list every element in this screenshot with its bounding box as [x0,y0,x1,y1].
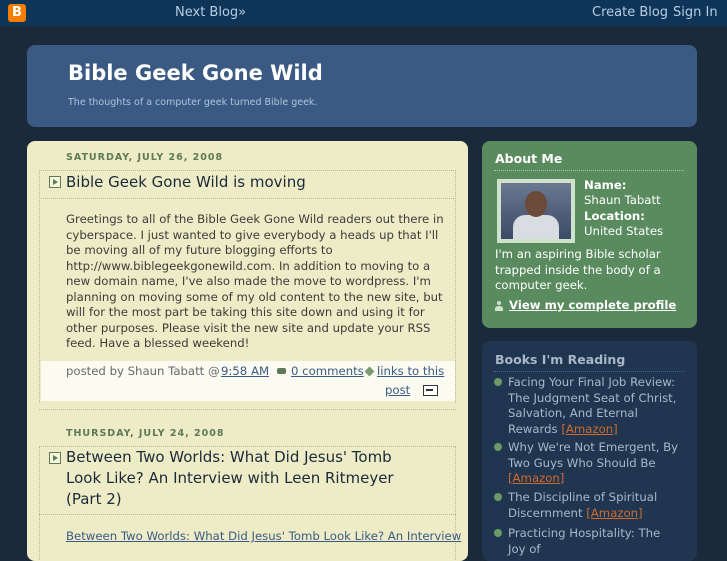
main-column: SATURDAY, JULY 26, 2008 Bible Geek Gone … [27,141,468,561]
profile-icon [495,301,503,311]
divider [39,514,456,515]
books-widget: Books I'm Reading Facing Your Final Job … [482,341,697,561]
location-value: United States [584,224,664,238]
sign-in-link[interactable]: Sign In [673,5,718,20]
divider [494,371,684,372]
book-title[interactable]: Why We're Not Emergent, By Two Guys Who … [508,440,678,470]
book-item: Practicing Hospitality: The Joy of [508,526,680,557]
post-time-link[interactable]: 9:58 AM [221,364,269,378]
about-bio: I'm an aspiring Bible scholar trapped in… [495,247,661,292]
post-date-header: THURSDAY, JULY 24, 2008 [66,428,225,439]
amazon-link[interactable]: [Amazon] [508,471,564,485]
blogger-logo-icon[interactable]: B [8,4,26,22]
book-title[interactable]: Practicing Hospitality: The Joy of [508,526,660,556]
avatar[interactable] [497,179,575,243]
about-me-heading: About Me [495,151,563,166]
links-icon [364,366,375,377]
bullet-icon [494,443,502,451]
post-title[interactable]: Bible Geek Gone Wild is moving [66,172,426,193]
post-footer: posted by Shaun Tabatt @ 9:58 AM 0 comme… [41,361,455,401]
books-heading: Books I'm Reading [495,352,626,367]
bullet-icon [494,529,502,537]
next-blog-link[interactable]: Next Blog» [175,5,246,20]
amazon-link[interactable]: [Amazon] [561,422,617,436]
post-body: Greetings to all of the Bible Geek Gone … [66,212,444,350]
post-date-header: SATURDAY, JULY 26, 2008 [66,152,224,163]
book-item: Why We're Not Emergent, By Two Guys Who … [508,440,680,487]
book-item: Facing Your Final Job Review: The Judgme… [508,375,680,437]
divider [39,170,456,171]
location-label: Location: [584,209,645,223]
blog-header: Bible Geek Gone Wild The thoughts of a c… [27,45,697,127]
bullet-icon [494,378,502,386]
blog-description: The thoughts of a computer geek turned B… [68,97,318,108]
divider [455,446,456,561]
divider [39,170,40,403]
divider [39,409,456,410]
links-to-post-link-2[interactable]: post [385,383,410,397]
create-blog-link[interactable]: Create Blog [592,5,668,20]
view-profile-link[interactable]: View my complete profile [509,298,676,312]
posted-by: posted by Shaun Tabatt @ [66,364,220,378]
book-item: The Discipline of Spiritual Discernment … [508,490,680,521]
links-to-post-link[interactable]: links to this [377,364,444,378]
comments-link[interactable]: 0 comments [291,364,364,378]
divider [39,198,456,199]
name-label: Name: [584,178,627,192]
divider [39,446,40,561]
post-arrow-icon [49,452,61,464]
name-value: Shaun Tabatt [584,193,661,207]
divider [455,170,456,403]
post-body-link[interactable]: Between Two Worlds: What Did Jesus' Tomb… [66,529,461,543]
email-post-icon[interactable] [423,385,438,396]
amazon-link[interactable]: [Amazon] [586,506,642,520]
blogger-navbar: B Next Blog» Create Blog Sign In [0,0,727,26]
post-title[interactable]: Between Two Worlds: What Did Jesus' Tomb… [66,447,426,510]
bullet-icon [494,493,502,501]
blog-title[interactable]: Bible Geek Gone Wild [68,61,323,85]
comment-icon [277,368,286,374]
about-me-widget: About Me Name: Shaun Tabatt Location: Un… [482,141,697,328]
divider [494,170,684,171]
post-arrow-icon [49,176,61,188]
